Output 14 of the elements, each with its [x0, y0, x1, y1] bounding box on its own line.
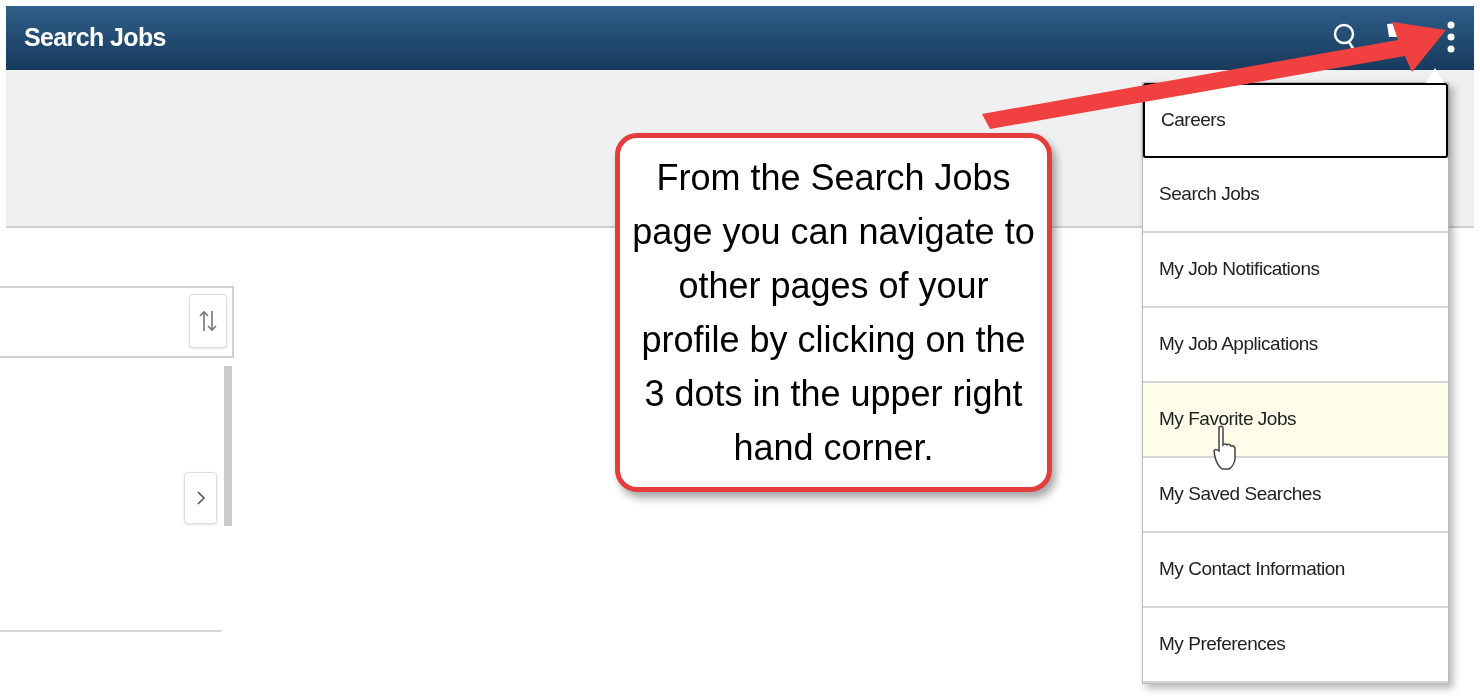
callout-text: From the Search Jobs page you can navigate to other pages of your profile by clicking on the 3 dots in the upper right hand corner.	[631, 155, 1036, 470]
menu-item[interactable]: My Preferences	[1143, 608, 1448, 683]
page-title: Search Jobs	[24, 22, 166, 54]
menu-item[interactable]: My Saved Searches	[1143, 458, 1448, 533]
menu-item[interactable]: My Job Notifications	[1143, 233, 1448, 308]
chevron-right-icon	[195, 490, 206, 506]
menu-item[interactable]: My Job Applications	[1143, 308, 1448, 383]
menu-item[interactable]: My Contact Information	[1143, 533, 1448, 608]
scrollbar[interactable]	[224, 366, 232, 526]
menu-item[interactable]: Careers	[1143, 83, 1448, 158]
menu-item[interactable]: My Favorite Jobs	[1143, 383, 1448, 458]
menu-item[interactable]: Search Jobs	[1143, 158, 1448, 233]
sort-button[interactable]	[189, 294, 227, 348]
sort-icon	[198, 309, 218, 333]
